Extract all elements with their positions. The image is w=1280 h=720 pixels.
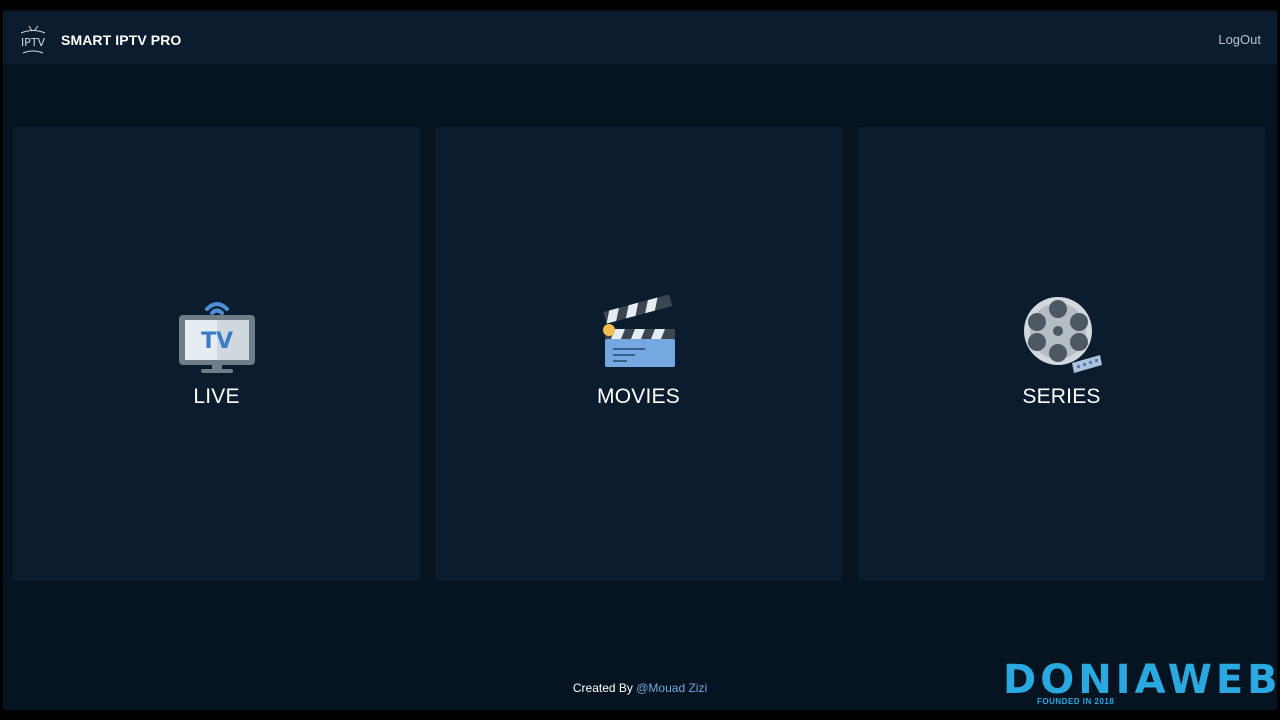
author-link[interactable]: @Mouad Zizi bbox=[636, 681, 707, 695]
film-reel-icon bbox=[1023, 297, 1102, 373]
clapperboard-icon bbox=[602, 295, 675, 367]
footer-created-by: Created By bbox=[572, 681, 633, 695]
movies-label: MOVIES bbox=[597, 385, 680, 408]
live-card[interactable]: TV LIVE bbox=[13, 127, 420, 581]
app-window: IPTV SMART IPTV PRO LogOut TV LIVE MOVIE… bbox=[3, 10, 1277, 710]
doniaweb-watermark: DONIAWEB FOUNDED IN 2018 bbox=[1003, 658, 1278, 708]
top-navbar: IPTV SMART IPTV PRO LogOut bbox=[3, 12, 1277, 64]
series-label: SERIES bbox=[1022, 385, 1101, 408]
app-title: SMART IPTV PRO bbox=[61, 32, 182, 48]
svg-text:IPTV: IPTV bbox=[21, 36, 46, 49]
series-card[interactable]: SERIES bbox=[858, 127, 1265, 581]
iptv-logo-icon: IPTV bbox=[20, 25, 46, 54]
watermark-tagline: FOUNDED IN 2018 bbox=[1037, 697, 1115, 706]
tv-icon: TV bbox=[178, 302, 255, 373]
live-label: LIVE bbox=[193, 385, 240, 408]
movies-card[interactable]: MOVIES bbox=[435, 127, 842, 581]
watermark-brand: DONIAWEB bbox=[1003, 657, 1280, 703]
logout-link[interactable]: LogOut bbox=[1218, 12, 1261, 68]
svg-text:TV: TV bbox=[200, 329, 232, 354]
